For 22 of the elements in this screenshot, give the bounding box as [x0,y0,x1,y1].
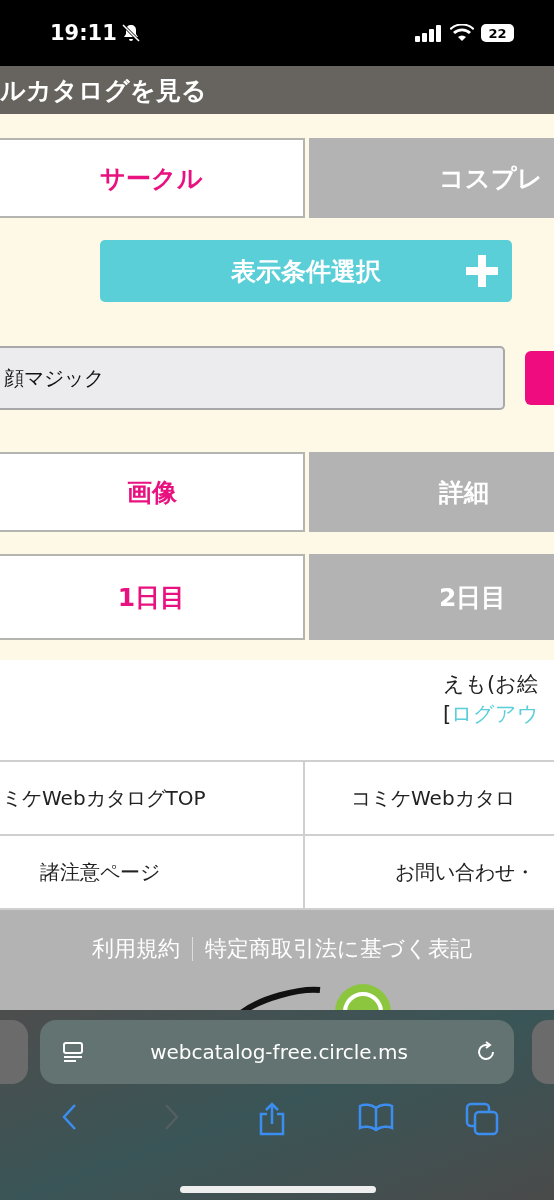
book-icon[interactable] [357,1102,394,1132]
nav-link[interactable]: コミケWebカタロ [305,762,554,836]
url-text: webcatalog-free.circle.ms [149,1040,409,1064]
tab[interactable]: 1日目 [0,554,305,640]
reader-icon [62,1041,84,1063]
search-button[interactable] [524,351,554,405]
address-bar[interactable]: webcatalog-free.circle.ms [40,1020,514,1084]
tab[interactable]: サークル [0,138,305,218]
tab[interactable]: 画像 [0,452,305,532]
bell-slash-icon [120,23,141,43]
tabs-icon[interactable] [464,1102,499,1136]
clock-time: 19:11 [50,21,117,45]
share-icon[interactable] [257,1102,287,1136]
nav-link[interactable]: ミケWebカタログTOP [0,762,305,836]
plus-icon [466,255,498,287]
signal-icon [415,24,443,42]
logout-line: [ログアウ [443,701,541,728]
wifi-icon [450,24,474,42]
battery-level: 22 [481,24,514,42]
search-field[interactable]: 顔マジック [0,346,505,410]
user-name: えも(お絵 [443,671,540,698]
page-title: ルカタログを見る [0,74,207,107]
